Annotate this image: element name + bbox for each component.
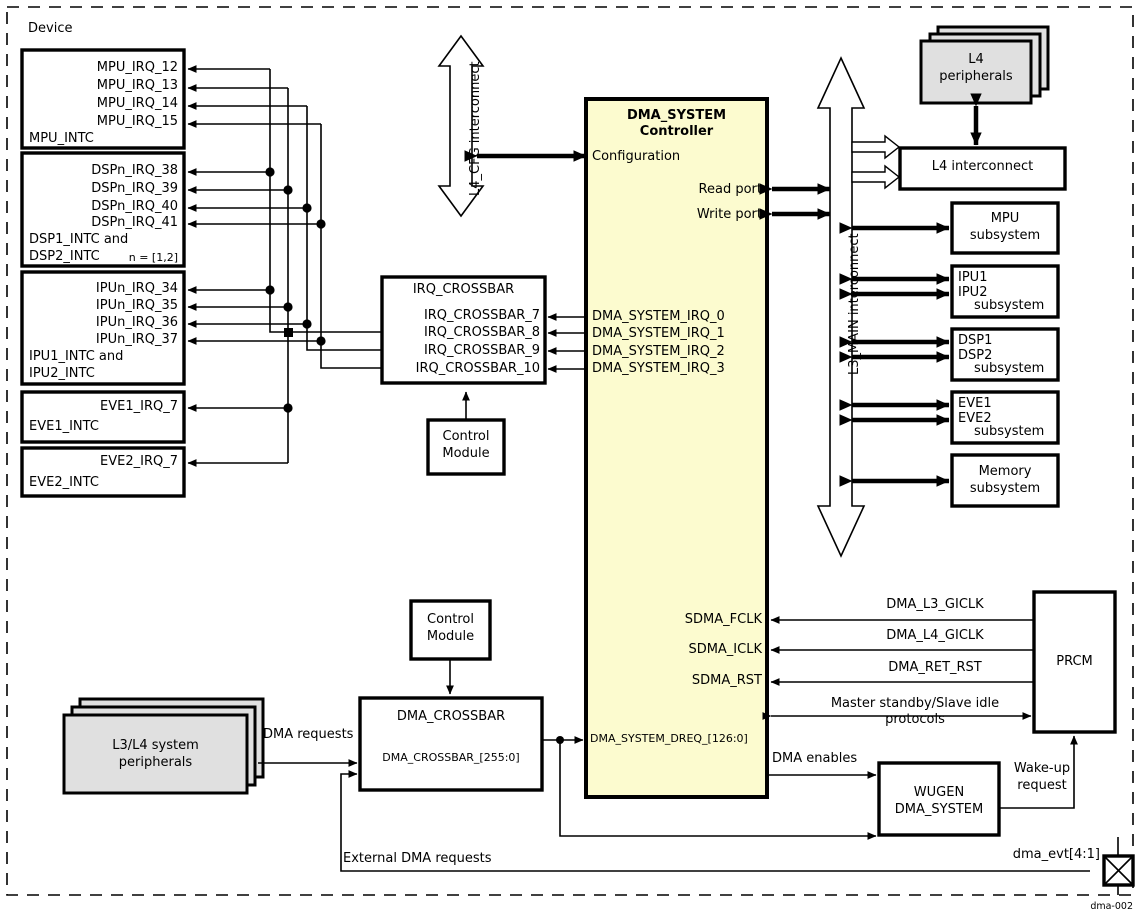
signal-dspn-irq-41: DSPn_IRQ_41 bbox=[91, 215, 178, 230]
signal-irq-crossbar-9: IRQ_CROSSBAR_9 bbox=[423, 343, 540, 358]
signal-ipun-irq-35: IPUn_IRQ_35 bbox=[95, 298, 178, 313]
port-write: Write port bbox=[696, 207, 762, 222]
sys-peripherals-line1: L3/L4 system bbox=[112, 738, 199, 753]
control-module-dma-line1: Control bbox=[427, 612, 474, 627]
signal-eve2-irq-7: EVE2_IRQ_7 bbox=[100, 454, 178, 469]
port-sdma-fclk: SDMA_FCLK bbox=[684, 612, 762, 627]
signal-ipun-irq-37: IPUn_IRQ_37 bbox=[95, 332, 178, 347]
control-module-irq-line1: Control bbox=[442, 429, 490, 444]
port-configuration: Configuration bbox=[592, 149, 681, 164]
block-label-eve1-intc: EVE1_INTC bbox=[29, 419, 99, 434]
control-module-dma-line2: Module bbox=[426, 629, 475, 644]
port-dma-system-irq-2: DMA_SYSTEM_IRQ_2 bbox=[592, 344, 725, 359]
signal-irq-crossbar-10: IRQ_CROSSBAR_10 bbox=[415, 361, 540, 376]
label-dma-enables: DMA enables bbox=[772, 751, 858, 766]
port-dma-system-dreq: DMA_SYSTEM_DREQ_[126:0] bbox=[590, 732, 748, 745]
device-label: Device bbox=[28, 21, 73, 36]
signal-dma-ret-rst: DMA_RET_RST bbox=[888, 660, 982, 675]
mpu-subsystem-line1: MPU bbox=[990, 211, 1020, 226]
dma-system-title-line2: Controller bbox=[639, 124, 714, 139]
memory-subsystem-line2: subsystem bbox=[969, 481, 1041, 496]
prcm-label: PRCM bbox=[1056, 654, 1093, 669]
wugen-line2: DMA_SYSTEM bbox=[894, 802, 984, 817]
eve-subsystem-line3: subsystem bbox=[974, 424, 1045, 439]
signal-dspn-irq-39: DSPn_IRQ_39 bbox=[91, 181, 178, 196]
port-sdma-iclk: SDMA_ICLK bbox=[688, 642, 762, 657]
signal-dma-l3-giclk: DMA_L3_GICLK bbox=[886, 597, 984, 612]
l4-peripherals-line2: peripherals bbox=[939, 69, 1013, 84]
label-dma-evt: dma_evt[4:1] bbox=[1012, 847, 1100, 862]
dsp-subsystem-line3: subsystem bbox=[974, 361, 1045, 376]
protocol-label-line1: Master standby/Slave idle bbox=[830, 696, 1000, 711]
eve-subsystem-line1: EVE1 bbox=[958, 396, 992, 411]
figure-caption: dma-002 bbox=[1090, 901, 1133, 912]
block-label-eve2-intc: EVE2_INTC bbox=[29, 475, 99, 490]
ipu-subsystem-line3: subsystem bbox=[974, 298, 1045, 313]
mpu-subsystem-line2: subsystem bbox=[969, 228, 1041, 243]
ipu-subsystem-line1: IPU1 bbox=[958, 270, 988, 285]
wakeup-request-line2: request bbox=[1017, 778, 1067, 793]
port-dma-system-irq-0: DMA_SYSTEM_IRQ_0 bbox=[592, 309, 725, 324]
label-external-dma-requests: External DMA requests bbox=[343, 851, 492, 866]
dsp-subsystem-line1: DSP1 bbox=[958, 333, 993, 348]
signal-mpu-irq-13: MPU_IRQ_13 bbox=[96, 78, 178, 93]
l4-peripherals-line1: L4 bbox=[968, 52, 984, 67]
control-module-irq-line2: Module bbox=[442, 446, 490, 461]
signal-mpu-irq-14: MPU_IRQ_14 bbox=[96, 96, 178, 111]
port-dma-system-irq-3: DMA_SYSTEM_IRQ_3 bbox=[592, 361, 725, 376]
signal-eve1-irq-7: EVE1_IRQ_7 bbox=[100, 399, 178, 414]
wugen-line1: WUGEN bbox=[913, 785, 965, 800]
signal-dspn-irq-40: DSPn_IRQ_40 bbox=[91, 199, 178, 214]
l4-interconnect-label: L4 interconnect bbox=[931, 159, 1034, 174]
block-label-mpu-intc: MPU_INTC bbox=[29, 131, 94, 146]
signal-dma-l4-giclk: DMA_L4_GICLK bbox=[886, 628, 984, 643]
signal-mpu-irq-12: MPU_IRQ_12 bbox=[96, 60, 178, 75]
memory-subsystem-line1: Memory bbox=[978, 464, 1032, 479]
l3-main-interconnect-label: L3_MAIN interconnect bbox=[847, 233, 862, 375]
label-dma-requests: DMA requests bbox=[263, 727, 354, 742]
dma-system-title-line1: DMA_SYSTEM bbox=[626, 108, 727, 123]
port-dma-system-irq-1: DMA_SYSTEM_IRQ_1 bbox=[592, 326, 725, 341]
diagram-canvas: Device MPU_IRQ_12 MPU_IRQ_13 MPU_IRQ_14 … bbox=[0, 0, 1140, 924]
signal-irq-crossbar-8: IRQ_CROSSBAR_8 bbox=[423, 325, 540, 340]
protocol-label-line2: protocols bbox=[885, 712, 945, 727]
wakeup-request-line1: Wake-up bbox=[1013, 761, 1071, 776]
signal-irq-crossbar-7: IRQ_CROSSBAR_7 bbox=[423, 308, 540, 323]
dma-crossbar-subtitle: DMA_CROSSBAR_[255:0] bbox=[382, 751, 520, 764]
block-label-dsp1-intc: DSP1_INTC and bbox=[29, 232, 129, 247]
port-sdma-rst: SDMA_RST bbox=[691, 673, 762, 688]
port-read: Read port bbox=[698, 182, 762, 197]
note-dsp-n-range: n = [1,2] bbox=[128, 251, 178, 264]
signal-mpu-irq-15: MPU_IRQ_15 bbox=[96, 114, 178, 129]
signal-ipun-irq-34: IPUn_IRQ_34 bbox=[95, 281, 178, 296]
block-label-ipu2-intc: IPU2_INTC bbox=[29, 366, 95, 381]
block-label-ipu1-intc: IPU1_INTC and bbox=[29, 349, 124, 364]
l4-cfg-interconnect-label: L4_CFG interconnect bbox=[468, 61, 483, 196]
irq-crossbar-title: IRQ_CROSSBAR bbox=[412, 282, 515, 297]
signal-ipun-irq-36: IPUn_IRQ_36 bbox=[95, 315, 178, 330]
signal-dspn-irq-38: DSPn_IRQ_38 bbox=[91, 163, 178, 178]
dma-crossbar-title: DMA_CROSSBAR bbox=[396, 709, 506, 724]
sys-peripherals-line2: peripherals bbox=[118, 755, 193, 770]
